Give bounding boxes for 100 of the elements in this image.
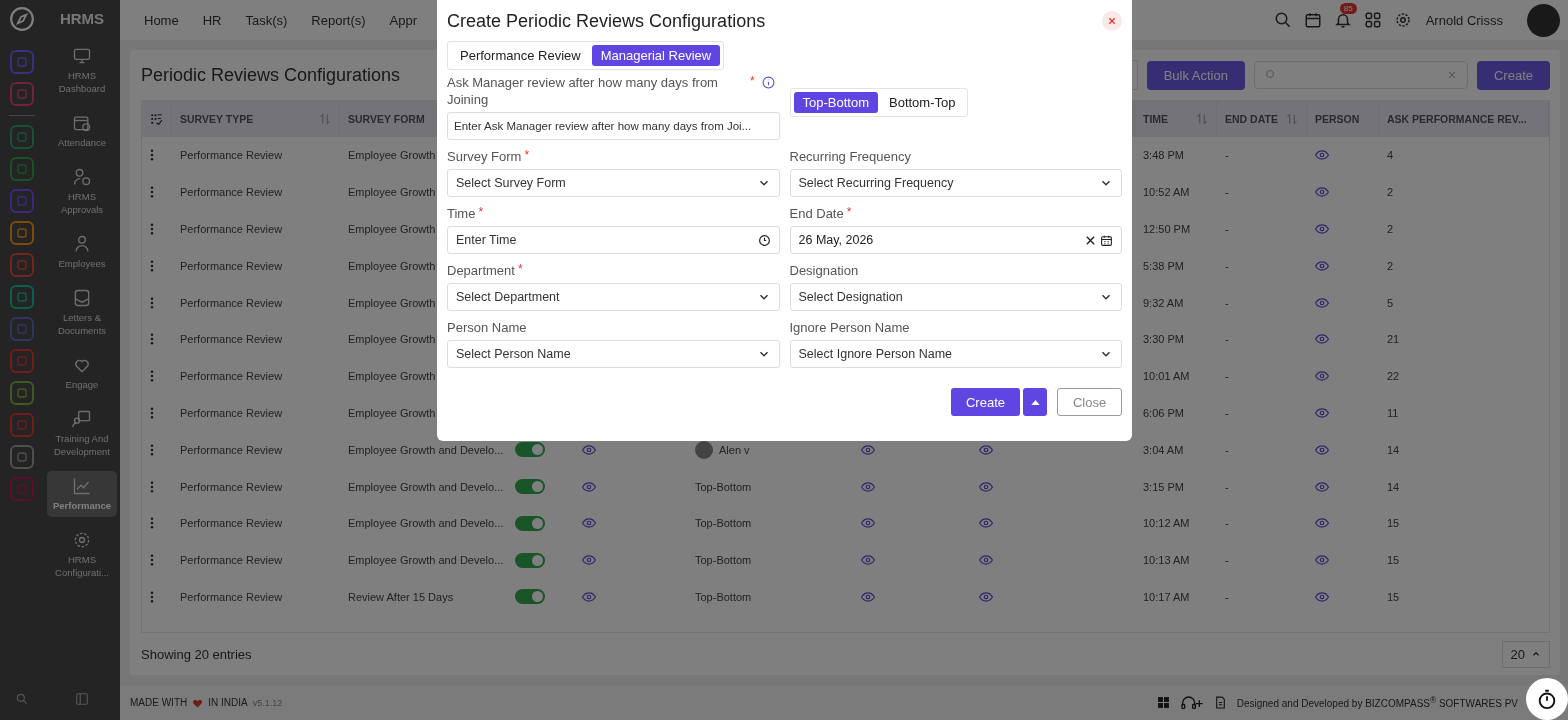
kebab-menu-icon[interactable]: [150, 333, 154, 346]
eye-icon[interactable]: [1315, 591, 1329, 602]
kebab-menu-icon[interactable]: [150, 223, 154, 235]
eye-icon[interactable]: [979, 518, 993, 529]
eye-icon[interactable]: [582, 591, 596, 602]
search-field[interactable]: [1253, 61, 1468, 89]
eye-icon[interactable]: [582, 555, 596, 566]
date-field[interactable]: 26 May, 2026: [789, 226, 1122, 254]
top-nav-link[interactable]: Task(s): [245, 12, 288, 28]
bulk-action-button[interactable]: Bulk Action: [1146, 60, 1245, 90]
windows-icon[interactable]: [1156, 696, 1170, 709]
eye-icon[interactable]: [1315, 334, 1329, 345]
clear-icon[interactable]: [1085, 234, 1096, 246]
eye-icon[interactable]: [582, 444, 596, 455]
column-settings-icon[interactable]: [150, 112, 163, 126]
column-header[interactable]: ASK PERFORMANCE REV...: [1387, 113, 1527, 125]
time-field[interactable]: Enter Time: [447, 226, 780, 254]
eye-icon[interactable]: [979, 555, 993, 566]
column-header[interactable]: SURVEY FORM: [348, 113, 425, 125]
kebab-menu-icon[interactable]: [150, 517, 154, 530]
top-nav-link[interactable]: Home: [144, 12, 179, 28]
create-button[interactable]: Create: [951, 388, 1020, 416]
eye-icon[interactable]: [1315, 260, 1329, 271]
top-nav-link[interactable]: Report(s): [311, 12, 366, 28]
review-type-tab[interactable]: Performance Review: [451, 45, 590, 66]
kebab-menu-icon[interactable]: [150, 186, 154, 199]
order-option[interactable]: Top-Bottom: [793, 92, 878, 113]
sidebar-item[interactable]: Training And Development: [47, 404, 117, 463]
user-name[interactable]: Arnold Crisss: [1425, 12, 1503, 28]
order-option[interactable]: Bottom-Top: [880, 92, 965, 113]
eye-icon[interactable]: [1315, 371, 1329, 382]
info-icon[interactable]: [761, 76, 775, 89]
headset-plus-icon[interactable]: [1179, 694, 1204, 711]
module-icon[interactable]: [10, 285, 34, 309]
select-field[interactable]: Select Recurring Frequency: [789, 169, 1122, 197]
sidebar-item[interactable]: Letters & Documents: [47, 283, 117, 342]
kebab-menu-icon[interactable]: [150, 149, 154, 162]
close-button[interactable]: Close: [1057, 388, 1122, 416]
kebab-menu-icon[interactable]: [150, 480, 154, 493]
eye-icon[interactable]: [1315, 481, 1329, 492]
select-field[interactable]: Select Ignore Person Name: [789, 340, 1122, 368]
eye-icon[interactable]: [861, 518, 875, 529]
kebab-menu-icon[interactable]: [150, 370, 154, 383]
toggle-switch[interactable]: [515, 442, 545, 458]
eye-icon[interactable]: [1315, 555, 1329, 566]
eye-icon[interactable]: [861, 555, 875, 566]
sidebar-item[interactable]: Performance: [47, 471, 117, 517]
kebab-menu-icon[interactable]: [150, 296, 154, 309]
module-icon[interactable]: [10, 157, 34, 181]
sidebar-item[interactable]: HRMS Configurati...: [47, 525, 117, 584]
close-button[interactable]: [1102, 11, 1122, 31]
top-nav-link[interactable]: Appr: [389, 12, 417, 28]
kebab-menu-icon[interactable]: [150, 259, 154, 272]
eye-icon[interactable]: [979, 481, 993, 492]
more-options-button[interactable]: [1023, 388, 1047, 416]
module-icon[interactable]: [10, 125, 34, 149]
kebab-menu-icon[interactable]: [150, 406, 154, 419]
settings-icon[interactable]: [1393, 11, 1412, 29]
column-header[interactable]: END DATE: [1225, 113, 1278, 125]
toggle-switch[interactable]: [515, 515, 545, 531]
select-field[interactable]: Select Person Name: [447, 340, 780, 368]
eye-icon[interactable]: [979, 444, 993, 455]
column-header[interactable]: PERSON: [1315, 113, 1360, 125]
select-field[interactable]: Select Designation: [789, 283, 1122, 311]
toggle-switch[interactable]: [515, 552, 545, 568]
select-field[interactable]: Select Survey Form: [447, 169, 780, 197]
sort-icon[interactable]: [1286, 113, 1298, 125]
eye-icon[interactable]: [1315, 297, 1329, 308]
module-icon[interactable]: [10, 381, 34, 405]
column-header[interactable]: SURVEY TYPE: [180, 113, 254, 125]
eye-icon[interactable]: [1315, 150, 1329, 161]
panel-icon[interactable]: [75, 692, 89, 706]
top-nav-link[interactable]: HR: [202, 12, 222, 28]
sidebar-item[interactable]: HRMS Approvals: [47, 162, 117, 221]
eye-icon[interactable]: [979, 591, 993, 602]
eye-icon[interactable]: [582, 518, 596, 529]
sort-icon[interactable]: [319, 113, 331, 125]
sidebar-item[interactable]: Attendance: [47, 108, 117, 154]
eye-icon[interactable]: [582, 481, 596, 492]
sort-icon[interactable]: [1196, 113, 1208, 125]
calendar-icon[interactable]: [1100, 233, 1113, 247]
sidebar-item[interactable]: HRMS Dashboard: [47, 41, 117, 100]
module-icon[interactable]: [10, 221, 34, 245]
eye-icon[interactable]: [861, 444, 875, 455]
user-avatar[interactable]: [1527, 3, 1560, 37]
eye-icon[interactable]: [1315, 407, 1329, 418]
sidebar-item[interactable]: Employees: [47, 229, 117, 275]
days-input-field[interactable]: Enter Ask Manager review after how many days from Joi...: [447, 112, 780, 140]
eye-icon[interactable]: [1315, 518, 1329, 529]
kebab-menu-icon[interactable]: [150, 554, 154, 567]
eye-icon[interactable]: [861, 591, 875, 602]
eye-icon[interactable]: [1315, 444, 1329, 455]
document-icon[interactable]: [1213, 696, 1227, 709]
bell-icon[interactable]: [1333, 11, 1352, 29]
select-field[interactable]: Select Department: [447, 283, 780, 311]
kebab-menu-icon[interactable]: [150, 590, 154, 603]
apps-grid-icon[interactable]: [1363, 11, 1382, 29]
eye-icon[interactable]: [861, 481, 875, 492]
toggle-switch[interactable]: [515, 479, 545, 495]
review-type-tab[interactable]: Managerial Review: [591, 45, 721, 66]
